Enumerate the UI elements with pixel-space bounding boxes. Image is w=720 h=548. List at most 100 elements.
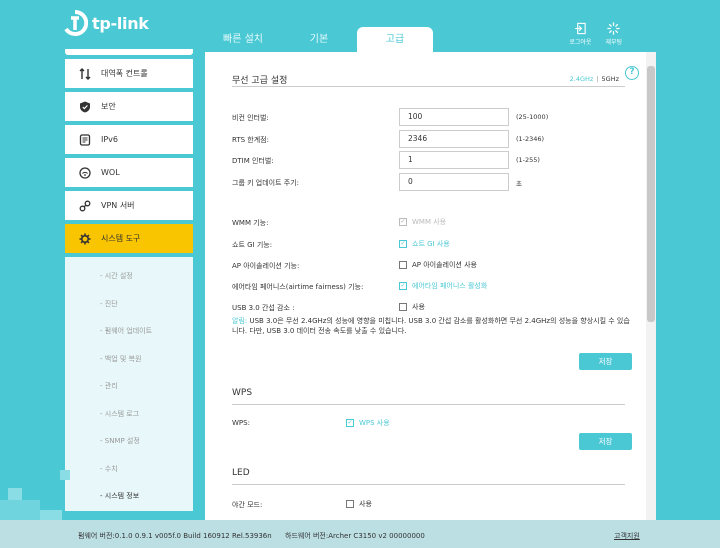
reboot-icon xyxy=(607,22,620,35)
airtime-fairness-checkbox[interactable]: ✓ 에어타임 페어니스 활성화 xyxy=(399,281,487,291)
wireless-save-button[interactable]: 저장 xyxy=(579,353,632,370)
group-key-unit: 초 xyxy=(516,180,522,188)
wps-option-label: WPS 사용 xyxy=(359,419,390,427)
sidebar-item-label: 시스템 도구 xyxy=(101,234,141,243)
beacon-interval-label: 비컨 인터벌: xyxy=(232,114,269,122)
hardware-version: 하드웨어 버전:Archer C3150 v2 00000000 xyxy=(285,532,425,540)
submenu-backup-restore[interactable]: - 백업 및 복원 xyxy=(65,346,193,374)
section-divider xyxy=(232,484,625,485)
beacon-interval-range: (25-1000) xyxy=(516,113,549,121)
night-mode-option-label: 사용 xyxy=(359,500,372,508)
sidebar-item-label: WOL xyxy=(101,168,120,177)
tab-advanced[interactable]: 고급 xyxy=(357,27,433,52)
brand-name: tp-link xyxy=(92,13,149,33)
rts-threshold-range: (1-2346) xyxy=(516,135,545,143)
submenu-diagnostics[interactable]: - 진단 xyxy=(65,291,193,319)
sidebar-item-vpn[interactable]: VPN 서버 xyxy=(65,191,193,220)
reboot-label: 재부팅 xyxy=(605,39,622,46)
help-icon[interactable]: ? xyxy=(625,66,639,80)
night-mode-label: 야간 모드: xyxy=(232,501,263,509)
dtim-interval-label: DTIM 인터벌: xyxy=(232,157,274,165)
sidebar: 대역폭 컨트롤 보안 IPv6 WOL VPN 서버 시스템 도구 - 시간 설… xyxy=(65,49,193,519)
submenu-firmware-update[interactable]: - 펌웨어 업데이트 xyxy=(65,318,193,346)
ap-isolation-option-label: AP 아이솔레이션 사용 xyxy=(412,261,477,269)
checkmark-icon: ✓ xyxy=(399,240,407,248)
background-pixel-decoration xyxy=(0,470,70,520)
band-2-4ghz-link[interactable]: 2.4GHz xyxy=(570,75,594,83)
gear-icon xyxy=(79,233,91,245)
wps-label: WPS: xyxy=(232,419,250,427)
tab-basic[interactable]: 기본 xyxy=(281,27,357,52)
sidebar-item-label: VPN 서버 xyxy=(101,201,135,210)
usb3-option-label: 사용 xyxy=(412,303,425,311)
sidebar-item-wol[interactable]: WOL xyxy=(65,158,193,187)
section-divider xyxy=(232,404,625,405)
short-gi-checkbox[interactable]: ✓ 쇼트 GI 사용 xyxy=(399,239,450,249)
firmware-version: 펌웨어 버전:0.1.0 0.9.1 v005f.0 Build 160912 … xyxy=(78,532,272,540)
sidebar-item-partial[interactable] xyxy=(65,49,193,55)
sidebar-item-label: 대역폭 컨트롤 xyxy=(101,69,148,78)
system-tools-submenu: - 시간 설정 - 진단 - 펌웨어 업데이트 - 백업 및 복원 - 관리 -… xyxy=(65,257,193,511)
checkmark-icon: ✓ xyxy=(399,218,407,226)
sidebar-item-bandwidth[interactable]: 대역폭 컨트롤 xyxy=(65,59,193,88)
submenu-system-log[interactable]: - 시스템 로그 xyxy=(65,401,193,429)
sidebar-item-system-tools[interactable]: 시스템 도구 xyxy=(65,224,193,253)
wol-icon xyxy=(79,166,91,179)
dtim-interval-input[interactable]: 1 xyxy=(399,151,509,169)
sidebar-item-label: IPv6 xyxy=(101,135,119,144)
short-gi-label: 쇼트 GI 기능: xyxy=(232,241,273,249)
night-mode-checkbox[interactable]: 사용 xyxy=(346,499,372,509)
logout-icon xyxy=(574,22,586,35)
dtim-interval-range: (1-255) xyxy=(516,156,540,164)
bandwidth-icon xyxy=(79,67,91,80)
note-text: USB 3.0은 무선 2.4GHz의 성능에 영향을 미칩니다. USB 3.… xyxy=(232,317,630,335)
panel-scrollbar[interactable] xyxy=(646,52,656,520)
logout-button[interactable]: 로그아웃 xyxy=(569,22,591,46)
main-tabs: 빠른 설치 기본 고급 xyxy=(205,27,433,52)
support-link[interactable]: 고객지원 xyxy=(614,531,640,541)
shield-icon xyxy=(79,101,91,113)
submenu-time-settings[interactable]: - 시간 설정 xyxy=(65,263,193,291)
ap-isolation-checkbox[interactable]: AP 아이솔레이션 사용 xyxy=(399,260,477,270)
footer: 펌웨어 버전:0.1.0 0.9.1 v005f.0 Build 160912 … xyxy=(0,520,720,548)
wmm-option-label: WMM 사용 xyxy=(412,218,447,226)
checkmark-icon: ✓ xyxy=(399,282,407,290)
logout-label: 로그아웃 xyxy=(569,39,592,46)
sidebar-item-security[interactable]: 보안 xyxy=(65,92,193,121)
sidebar-item-label: 보안 xyxy=(101,102,116,111)
rts-threshold-label: RTS 한계점: xyxy=(232,136,269,144)
reboot-button[interactable]: 재부팅 xyxy=(605,22,622,46)
tab-quick-setup[interactable]: 빠른 설치 xyxy=(205,27,281,52)
ap-isolation-label: AP 아이솔레이션 기능: xyxy=(232,262,300,270)
ipv6-icon xyxy=(79,133,91,146)
usb3-interference-checkbox[interactable]: 사용 xyxy=(399,302,425,312)
airtime-fairness-option-label: 에어타임 페어니스 활성화 xyxy=(412,282,488,290)
airtime-fairness-label: 에어타임 페어니스(airtime fairness) 기능: xyxy=(232,283,364,291)
band-switch: 2.4GHz | 5GHz xyxy=(569,75,619,83)
submenu-snmp-settings[interactable]: - SNMP 설정 xyxy=(65,428,193,456)
tp-link-logo-icon xyxy=(64,10,88,36)
section-divider xyxy=(232,86,625,87)
wireless-advanced-title: 무선 고급 설정 xyxy=(232,76,288,86)
group-key-update-label: 그룹 키 업데이트 주기: xyxy=(232,179,299,187)
usb3-interference-label: USB 3.0 간섭 감소 : xyxy=(232,304,295,312)
led-title: LED xyxy=(232,468,250,478)
main-panel: 무선 고급 설정 2.4GHz | 5GHz ? 비컨 인터벌: 100 (25-1… xyxy=(205,52,646,520)
scrollbar-thumb[interactable] xyxy=(647,66,655,322)
wps-save-button[interactable]: 저장 xyxy=(579,433,632,450)
wmm-checkbox[interactable]: ✓ WMM 사용 xyxy=(399,217,446,227)
wmm-label: WMM 기능: xyxy=(232,219,269,227)
submenu-system-info[interactable]: - 시스템 정보 xyxy=(65,483,193,511)
submenu-statistics[interactable]: - 수치 xyxy=(65,456,193,484)
beacon-interval-input[interactable]: 100 xyxy=(399,108,509,126)
group-key-update-input[interactable]: 0 xyxy=(399,173,509,191)
usb3-note: 알림: USB 3.0은 무선 2.4GHz의 성능에 영향을 미칩니다. US… xyxy=(232,316,632,336)
wps-checkbox[interactable]: ✓ WPS 사용 xyxy=(346,418,390,428)
wps-title: WPS xyxy=(232,388,253,398)
submenu-administration[interactable]: - 관리 xyxy=(65,373,193,401)
rts-threshold-input[interactable]: 2346 xyxy=(399,130,509,148)
short-gi-option-label: 쇼트 GI 사용 xyxy=(412,240,450,248)
sidebar-item-ipv6[interactable]: IPv6 xyxy=(65,125,193,154)
top-actions: 로그아웃 재부팅 xyxy=(569,22,622,46)
band-5ghz-link[interactable]: 5GHz xyxy=(602,75,619,83)
